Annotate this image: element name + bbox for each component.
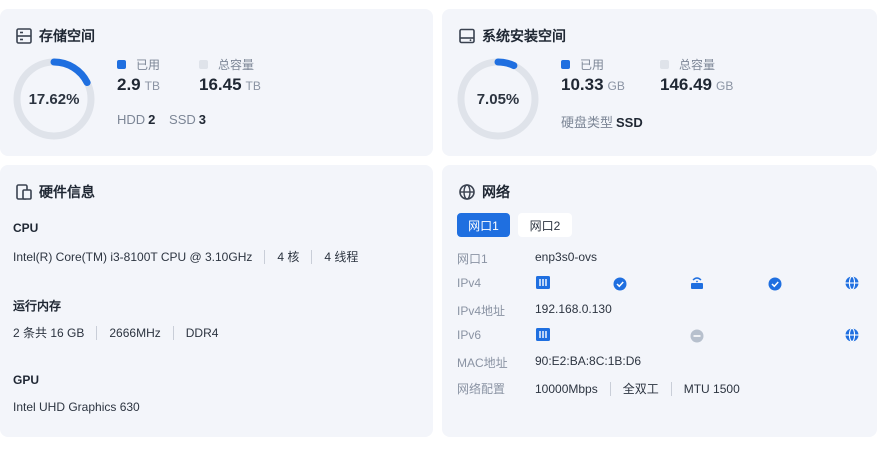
ssd-count: 3: [198, 112, 206, 127]
total-dot: [660, 60, 669, 69]
total-dot: [199, 60, 208, 69]
system-disk-used-unit: GB: [607, 79, 625, 93]
divider: [96, 325, 98, 340]
system-disk-title: 系统安装空间: [482, 28, 566, 44]
storage-used-legend: 已用: [117, 56, 160, 73]
storage-total-number: 16.45: [199, 75, 242, 94]
mtu: MTU 1500: [683, 381, 740, 396]
hdd-label: HDD: [117, 112, 146, 127]
system-disk-used-value: 10.33 GB: [561, 75, 625, 95]
ipv4-address-label: IPv4地址: [457, 304, 506, 318]
storage-disk-counts: HDD 2 SSD 3: [117, 112, 206, 127]
link-speed: 10000Mbps: [535, 381, 598, 396]
mac-address: 90:E2:BA:8C:1B:D6: [535, 354, 642, 368]
storage-used-number: 2.9: [117, 75, 141, 94]
disconnected-icon: [690, 329, 704, 343]
system-disk-type: 硬盘类型 SSD: [561, 112, 643, 131]
storage-card-title: 存储空间: [15, 26, 95, 46]
duplex-mode: 全双工: [622, 382, 659, 396]
storage-total-value: 16.45 TB: [199, 75, 261, 95]
check-icon: [768, 277, 782, 291]
system-disk-used-number: 10.33: [561, 75, 604, 94]
network-title: 网络: [482, 184, 510, 200]
gpu-heading: GPU: [13, 373, 40, 387]
disk-icon: [459, 28, 475, 44]
storage-total-unit: TB: [245, 79, 261, 93]
globe-icon: [459, 184, 475, 200]
system-disk-total-unit: GB: [716, 79, 734, 93]
cpu-heading: CPU: [13, 221, 39, 235]
device-icon: [536, 328, 550, 341]
ipv4-label: IPv4: [457, 276, 482, 290]
ram-type: DDR4: [185, 325, 219, 340]
network-config-label: 网络配置: [457, 382, 506, 396]
internet-globe-icon: [845, 327, 859, 343]
storage-total-legend: 总容量: [199, 56, 254, 73]
system-disk-card-title: 系统安装空间: [458, 26, 566, 46]
cpu-model: Intel(R) Core(TM) i3-8100T CPU @ 3.10GHz: [13, 249, 253, 264]
device-icon: [536, 276, 550, 289]
system-disk-used-label: 已用: [580, 58, 605, 72]
ram-sticks: 2 条共 16 GB: [13, 326, 85, 340]
disk-type-label: 硬盘类型: [561, 115, 614, 130]
check-icon: [613, 277, 627, 291]
mac-label: MAC地址: [457, 356, 508, 370]
port-value: enp3s0-ovs: [535, 250, 598, 264]
storage-used-label: 已用: [136, 58, 161, 72]
gpu-model: Intel UHD Graphics 630: [13, 400, 140, 414]
hardware-card: 硬件信息 CPU Intel(R) Core(TM) i3-8100T CPU …: [0, 165, 433, 437]
ipv6-connection-status: [536, 327, 859, 343]
hardware-icon: [16, 184, 32, 200]
ipv6-label: IPv6: [457, 328, 482, 342]
tab-port-1[interactable]: 网口1: [457, 213, 510, 237]
system-disk-total-label: 总容量: [679, 58, 716, 72]
tab-port-2[interactable]: 网口2: [518, 213, 572, 237]
storage-title: 存储空间: [39, 28, 95, 44]
disk-type-value: SSD: [616, 115, 643, 130]
storage-icon: [16, 28, 32, 44]
system-disk-used-legend: 已用: [561, 56, 604, 73]
system-disk-total-legend: 总容量: [660, 56, 715, 73]
divider: [670, 381, 672, 396]
system-disk-total-number: 146.49: [660, 75, 712, 94]
router-icon: [691, 277, 703, 289]
ram-info: 2 条共 16 GB 2666MHz DDR4: [13, 324, 218, 341]
system-disk-percent: 7.05%: [476, 90, 520, 108]
used-dot: [561, 60, 570, 69]
ram-speed: 2666MHz: [109, 325, 161, 340]
ram-heading: 运行内存: [13, 299, 62, 313]
gpu-info: Intel UHD Graphics 630: [13, 400, 140, 414]
system-disk-card: 系统安装空间 7.05% 已用 总容量 10.33 GB 146.49 GB 硬盘类…: [442, 9, 877, 156]
storage-percent: 17.62%: [28, 90, 80, 108]
storage-used-unit: TB: [144, 79, 160, 93]
divider: [311, 249, 313, 264]
ipv4-address: 192.168.0.130: [535, 302, 612, 316]
divider: [172, 325, 174, 340]
port-label: 网口1: [457, 252, 488, 266]
cpu-cores: 4 核: [277, 250, 300, 264]
ipv4-connection-status: [536, 275, 859, 291]
storage-total-label: 总容量: [218, 58, 255, 72]
hardware-title: 硬件信息: [39, 184, 95, 200]
cpu-threads: 4 线程: [324, 250, 359, 264]
ssd-label: SSD: [169, 112, 196, 127]
network-card: 网络 网口1 网口2 网口1 enp3s0-ovs IPv4 IPv4地址 19…: [442, 165, 877, 437]
hardware-card-title: 硬件信息: [15, 182, 95, 202]
network-config-values: 10000Mbps 全双工 MTU 1500: [535, 380, 740, 397]
internet-globe-icon: [845, 275, 859, 291]
network-card-title: 网络: [458, 182, 510, 202]
used-dot: [117, 60, 126, 69]
storage-used-value: 2.9 TB: [117, 75, 160, 95]
divider: [264, 249, 266, 264]
divider: [609, 381, 611, 396]
storage-card: 存储空间 17.62% 已用 总容量 2.9 TB 16.45 TB HDD 2 SS…: [0, 9, 433, 156]
hdd-count: 2: [148, 112, 156, 127]
system-disk-total-value: 146.49 GB: [660, 75, 733, 95]
cpu-info: Intel(R) Core(TM) i3-8100T CPU @ 3.10GHz…: [13, 248, 358, 265]
